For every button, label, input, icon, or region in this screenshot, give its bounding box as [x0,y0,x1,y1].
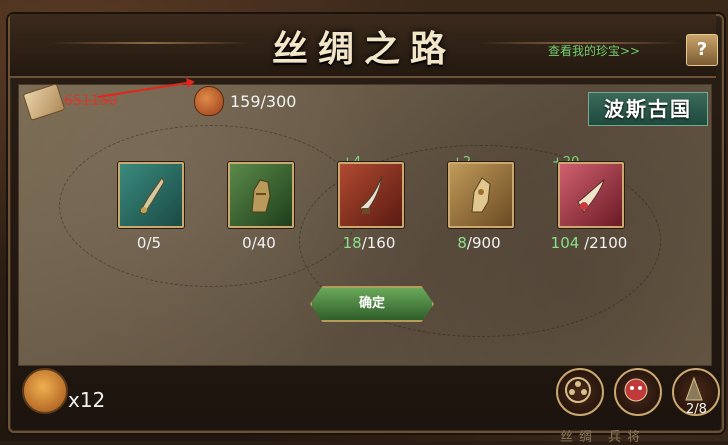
confirm-button[interactable]: 确定 [310,286,434,322]
page-title: 丝绸之路 [271,28,456,70]
dagger-icon [139,177,165,215]
film-reel-button[interactable] [556,368,604,416]
treasure-bag-icon [194,86,224,116]
item-count: x12 [68,388,106,412]
gauntlet-icon [471,177,491,213]
dagger-icon [577,178,605,213]
header-ornament-left [50,42,250,44]
bag-count: 159/300 [230,92,297,111]
bag-item-icon[interactable] [22,368,68,414]
page-indicator: 2/8 [686,402,707,417]
gauntlet-icon [251,179,271,213]
view-treasure-link[interactable]: 查看我的珍宝>> [548,42,640,59]
help-button[interactable]: ? [686,34,718,66]
mask-button[interactable] [614,368,662,416]
bottom-strip-text: 丝绸 兵将 [560,430,647,445]
slot-count: 0/40 [242,234,276,252]
weapon-slot[interactable] [448,162,514,228]
slot-count: 104 /2100 [550,234,628,252]
weapon-slot[interactable] [338,162,404,228]
slot-count: 8/900 [457,234,501,252]
slot-count: 0/5 [136,234,162,252]
weapon-slot[interactable] [558,162,624,228]
weapon-slot[interactable] [118,162,184,228]
region-banner: 波斯古国 [588,92,708,126]
dagger-icon [359,175,383,214]
mask-icon [624,378,648,402]
slot-count: 18/160 [342,234,396,252]
weapon-slot[interactable] [228,162,294,228]
film-reel-icon [565,377,591,403]
